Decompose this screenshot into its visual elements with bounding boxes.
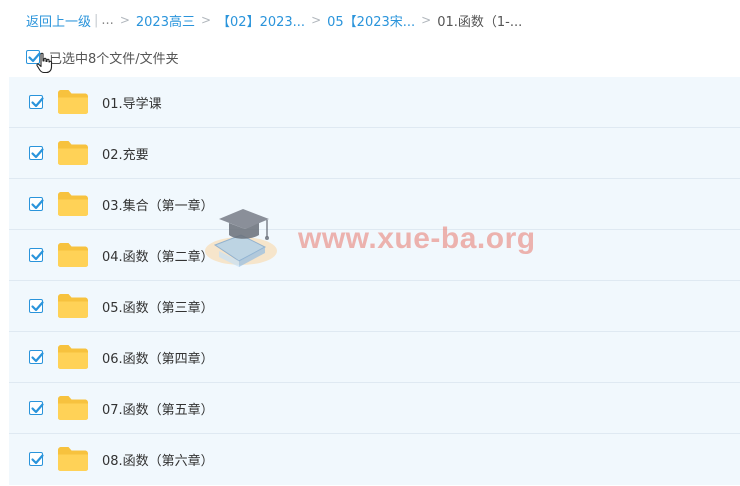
breadcrumb-current: 01.函数（1-... bbox=[437, 14, 523, 30]
hand-cursor-icon bbox=[36, 52, 53, 74]
folder-name[interactable]: 06.函数（第四章） bbox=[102, 348, 214, 367]
breadcrumb-separator: > bbox=[119, 13, 130, 27]
checkmark-icon bbox=[31, 403, 44, 414]
folder-row[interactable]: 06.函数（第四章） bbox=[9, 332, 740, 383]
breadcrumb-item-2[interactable]: 【02】2023... bbox=[217, 11, 305, 30]
breadcrumb-separator: > bbox=[311, 13, 322, 27]
folder-name[interactable]: 04.函数（第二章） bbox=[102, 246, 214, 265]
back-link[interactable]: 返回上一级 bbox=[26, 11, 91, 30]
breadcrumb-divider: | bbox=[94, 12, 99, 28]
folder-row[interactable]: 02.充要 bbox=[9, 128, 740, 179]
selection-bar: 已选中8个文件/文件夹 bbox=[26, 47, 179, 74]
folder-name[interactable]: 05.函数（第三章） bbox=[102, 297, 214, 316]
folder-row[interactable]: 07.函数（第五章） bbox=[9, 383, 740, 434]
checkmark-icon bbox=[31, 352, 44, 363]
row-checkbox[interactable] bbox=[29, 248, 44, 262]
file-list: 01.导学课 02.充要 03.集合（第一章） 04.函数（第二章） 05.函数（第三章… bbox=[9, 77, 740, 485]
checkmark-icon bbox=[31, 250, 44, 261]
breadcrumb-item-1[interactable]: 2023高三 bbox=[136, 11, 195, 30]
folder-name[interactable]: 02.充要 bbox=[102, 144, 149, 163]
folder-row[interactable]: 03.集合（第一章） bbox=[9, 179, 740, 230]
folder-name[interactable]: 07.函数（第五章） bbox=[102, 399, 214, 418]
row-checkbox[interactable] bbox=[29, 452, 44, 466]
folder-name[interactable]: 01.导学课 bbox=[102, 93, 162, 112]
checkmark-icon bbox=[31, 199, 44, 210]
breadcrumb-separator: > bbox=[421, 13, 432, 27]
folder-row[interactable]: 01.导学课 bbox=[9, 77, 740, 128]
folder-icon[interactable] bbox=[57, 89, 89, 115]
row-checkbox[interactable] bbox=[29, 401, 44, 415]
row-checkbox[interactable] bbox=[29, 299, 44, 313]
folder-icon[interactable] bbox=[57, 140, 89, 166]
folder-icon[interactable] bbox=[57, 242, 89, 268]
row-checkbox[interactable] bbox=[29, 197, 44, 211]
folder-row[interactable]: 04.函数（第二章） bbox=[9, 230, 740, 281]
folder-row[interactable]: 05.函数（第三章） bbox=[9, 281, 740, 332]
breadcrumb-item-3[interactable]: 05【2023宋... bbox=[327, 11, 415, 30]
row-checkbox[interactable] bbox=[29, 350, 44, 364]
folder-icon[interactable] bbox=[57, 293, 89, 319]
folder-icon[interactable] bbox=[57, 344, 89, 370]
selection-count-label: 已选中8个文件/文件夹 bbox=[49, 51, 179, 67]
checkmark-icon bbox=[31, 301, 44, 312]
checkmark-icon bbox=[31, 454, 44, 465]
row-checkbox[interactable] bbox=[29, 95, 44, 109]
row-checkbox[interactable] bbox=[29, 146, 44, 160]
folder-name[interactable]: 08.函数（第六章） bbox=[102, 450, 214, 469]
checkmark-icon bbox=[31, 97, 44, 108]
folder-icon[interactable] bbox=[57, 446, 89, 472]
breadcrumb: 返回上一级 | ... > 2023高三 > 【02】2023... > 05【… bbox=[26, 11, 523, 30]
folder-icon[interactable] bbox=[57, 395, 89, 421]
folder-icon[interactable] bbox=[57, 191, 89, 217]
checkmark-icon bbox=[31, 148, 44, 159]
folder-row[interactable]: 08.函数（第六章） bbox=[9, 434, 740, 485]
breadcrumb-separator: > bbox=[200, 13, 212, 27]
folder-name[interactable]: 03.集合（第一章） bbox=[102, 195, 214, 214]
breadcrumb-ellipsis[interactable]: ... bbox=[101, 13, 113, 28]
